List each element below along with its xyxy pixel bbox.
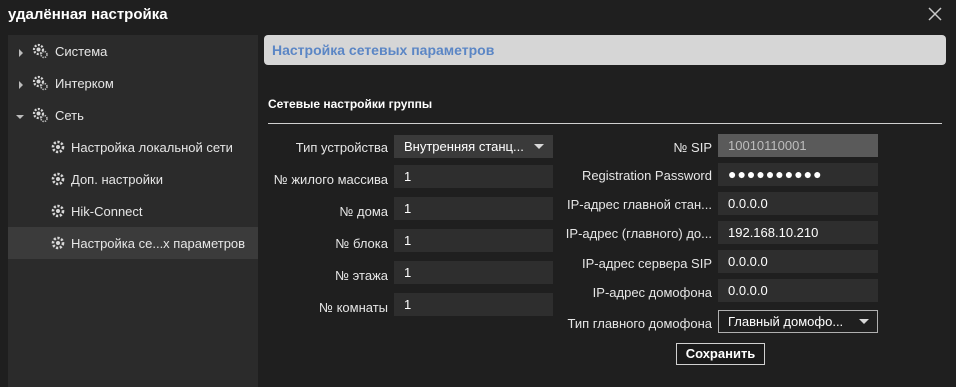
room-no-label: № комнаты <box>319 300 388 315</box>
registration-password-input[interactable]: ●●●●●●●●●● <box>718 163 878 186</box>
window-title: удалённая настройка <box>8 6 168 23</box>
sip-server-ip-label: IP-адрес сервера SIP <box>582 256 712 271</box>
registration-password-label: Registration Password <box>581 168 712 183</box>
gear-icon <box>50 235 66 251</box>
gear-icon <box>50 203 66 219</box>
main-door-station-type-select[interactable]: Главный домофо... <box>718 310 878 333</box>
main-station-ip-input[interactable] <box>718 192 878 215</box>
sip-no-value: 10010110001 <box>728 138 807 153</box>
sidebar-tree: Система Интерком Сеть Настройка локально… <box>8 35 258 387</box>
sidebar-item-label: Настройка локальной сети <box>71 140 233 155</box>
room-no-input[interactable] <box>394 293 553 316</box>
gear-icon <box>32 43 48 59</box>
sidebar-item-local-network[interactable]: Настройка локальной сети <box>8 131 258 163</box>
sidebar-item-network[interactable]: Сеть <box>8 99 258 131</box>
sidebar-item-system[interactable]: Система <box>8 35 258 67</box>
main-station-ip-label: IP-адрес главной стан... <box>566 197 712 212</box>
section-divider <box>268 123 942 124</box>
sidebar-item-hik-connect[interactable]: Hik-Connect <box>8 195 258 227</box>
sip-server-ip-input[interactable] <box>718 250 878 273</box>
close-icon[interactable] <box>928 7 942 21</box>
chevron-right-icon[interactable] <box>16 78 26 89</box>
sidebar-item-intercom[interactable]: Интерком <box>8 67 258 99</box>
unit-no-label: № блока <box>335 236 388 251</box>
sidebar-item-advanced[interactable]: Доп. настройки <box>8 163 258 195</box>
sidebar-item-network-params[interactable]: Настройка се...х параметров <box>8 227 258 259</box>
sidebar-item-label: Доп. настройки <box>71 172 163 187</box>
sidebar-item-label: Сеть <box>55 108 84 123</box>
chevron-down-icon[interactable] <box>15 110 25 120</box>
sidebar-item-label: Hik-Connect <box>71 204 143 219</box>
gear-icon <box>50 171 66 187</box>
community-no-label: № жилого массива <box>273 172 388 187</box>
chevron-right-icon[interactable] <box>16 46 26 57</box>
section-title: Сетевые настройки группы <box>268 97 433 111</box>
sidebar-item-label: Система <box>55 44 108 59</box>
device-type-select[interactable]: Внутренняя станц... <box>394 135 553 158</box>
main-door-station-type-value: Главный домофо... <box>728 314 844 329</box>
gear-icon <box>32 75 48 91</box>
caret-down-icon <box>859 319 869 324</box>
sidebar-item-label: Настройка се...х параметров <box>71 236 246 251</box>
registration-password-value: ●●●●●●●●●● <box>728 166 823 182</box>
sidebar-item-label: Интерком <box>55 76 114 91</box>
sip-no-field: 10010110001 <box>718 134 878 157</box>
device-type-label: Тип устройства <box>295 140 388 155</box>
page-header: Настройка сетевых параметров <box>264 35 946 65</box>
door-station-ip-label: IP-адрес домофона <box>592 285 712 300</box>
building-no-label: № дома <box>339 204 388 219</box>
door-station-ip-input[interactable] <box>718 279 878 302</box>
floor-no-input[interactable] <box>394 261 553 284</box>
main-door-station-ip-label: IP-адрес (главного) до... <box>565 226 712 241</box>
save-button[interactable]: Сохранить <box>676 343 765 365</box>
caret-down-icon <box>534 144 544 149</box>
main-door-station-ip-input[interactable] <box>718 221 878 244</box>
sip-no-label: № SIP <box>673 140 712 155</box>
unit-no-input[interactable] <box>394 229 553 252</box>
device-type-value: Внутренняя станц... <box>404 139 524 154</box>
community-no-input[interactable] <box>394 165 553 188</box>
floor-no-label: № этажа <box>335 268 388 283</box>
title-bar: удалённая настройка <box>0 0 956 30</box>
gear-icon <box>32 107 48 123</box>
gear-icon <box>50 139 66 155</box>
page-title: Настройка сетевых параметров <box>272 42 495 58</box>
main-door-station-type-label: Тип главного домофона <box>567 316 713 331</box>
building-no-input[interactable] <box>394 197 553 220</box>
main-panel: Настройка сетевых параметров Сетевые нас… <box>258 30 956 387</box>
